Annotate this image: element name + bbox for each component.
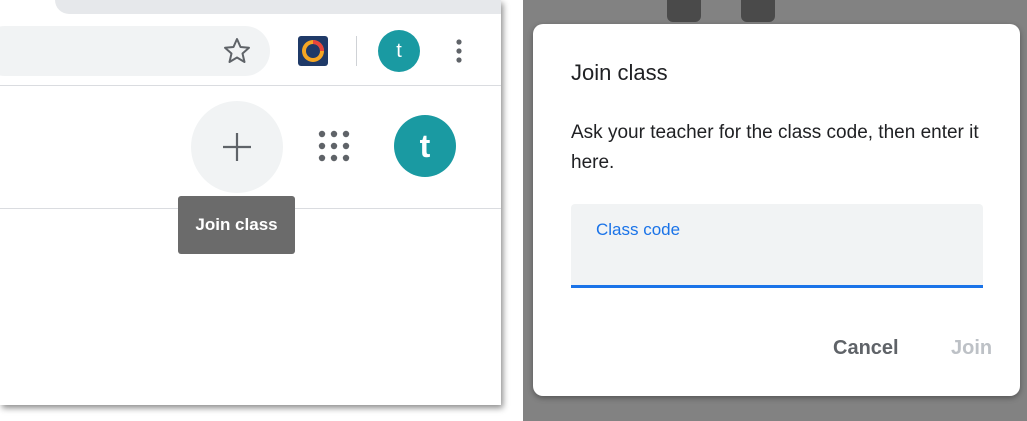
- screenshot-stage: t t Join class Join class Ask your teach…: [0, 0, 1027, 421]
- join-class-add-button[interactable]: [191, 101, 283, 193]
- toolbar-divider: [0, 85, 501, 86]
- class-code-input[interactable]: [596, 246, 960, 278]
- dialog-title: Join class: [571, 60, 668, 85]
- join-class-tooltip: Join class: [178, 196, 295, 254]
- cancel-button[interactable]: Cancel: [833, 337, 899, 360]
- dialog-instructions: Ask your teacher for the class code, the…: [571, 122, 979, 173]
- extension-icon[interactable]: [298, 36, 328, 66]
- class-code-label: Class code: [596, 220, 681, 239]
- browser-tab-strip: [55, 0, 501, 14]
- apps-grid-icon[interactable]: [317, 129, 351, 163]
- account-avatar[interactable]: t: [394, 115, 456, 177]
- profile-avatar[interactable]: t: [378, 30, 420, 72]
- plus-icon: [223, 133, 251, 161]
- kebab-menu-icon[interactable]: [452, 36, 466, 66]
- join-class-dialog: Join class Ask your teacher for the clas…: [533, 24, 1020, 396]
- class-code-field[interactable]: Class code: [571, 204, 983, 288]
- star-icon[interactable]: [222, 36, 252, 66]
- toolbar-separator: [356, 36, 357, 66]
- dialog-backdrop: Join class Ask your teacher for the clas…: [523, 0, 1027, 421]
- classroom-header-panel: t t Join class: [0, 0, 501, 405]
- join-button[interactable]: Join: [951, 337, 992, 360]
- backdrop-element: [667, 0, 701, 22]
- backdrop-element: [741, 0, 775, 22]
